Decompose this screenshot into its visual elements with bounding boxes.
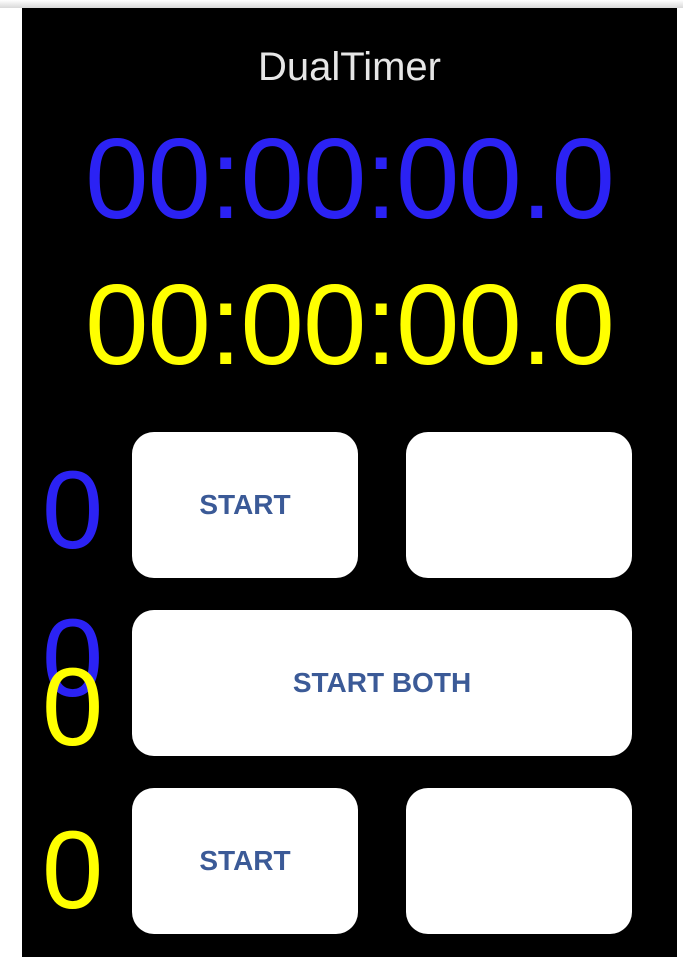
timer2-secondary-button[interactable] (406, 788, 632, 934)
timer2-start-button[interactable]: START (132, 788, 358, 934)
app-title: DualTimer (258, 45, 441, 89)
timer2-display: 00:00:00.0 (85, 262, 615, 389)
timer1-lap-counter: 0 (42, 449, 104, 572)
timer2-lap-counter-secondary: 0 (42, 646, 104, 769)
timer1-secondary-button[interactable] (406, 432, 632, 578)
timer1-display: 00:00:00.0 (85, 116, 615, 243)
timer1-start-button[interactable]: START (132, 432, 358, 578)
start-both-button[interactable]: START BOTH (132, 610, 632, 756)
window-top-edge (0, 0, 683, 8)
timer2-lap-counter: 0 (42, 809, 104, 932)
app-screen: DualTimer 00:00:00.0 00:00:00.0 0 0 0 0 … (22, 8, 677, 957)
